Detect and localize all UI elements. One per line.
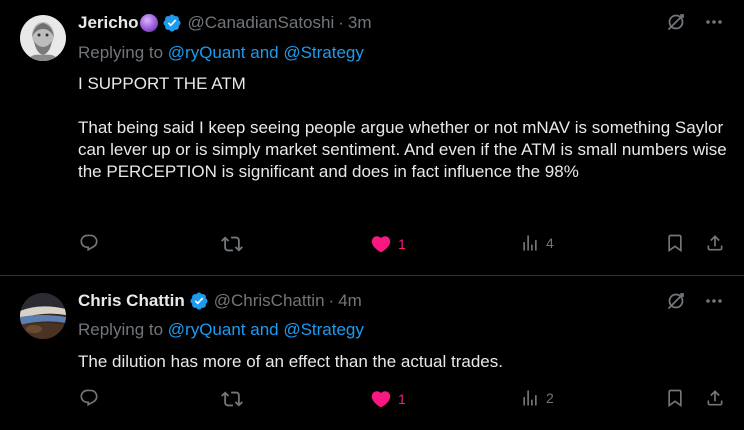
retweet-icon bbox=[221, 388, 243, 410]
retweet-button[interactable] bbox=[221, 233, 243, 255]
more-icon[interactable] bbox=[704, 12, 724, 37]
more-icon[interactable] bbox=[704, 291, 724, 316]
tweet-jericho: Jericho @CanadianSatoshi · 3m Replying t… bbox=[0, 0, 744, 276]
crystal-ball-emoji-icon bbox=[140, 14, 159, 32]
tweet-top-actions bbox=[666, 12, 724, 37]
share-button[interactable] bbox=[705, 388, 725, 408]
views-count: 4 bbox=[546, 235, 554, 251]
author-name[interactable]: Chris Chattin bbox=[78, 291, 185, 311]
reply-button[interactable] bbox=[79, 388, 99, 408]
separator-dot: · bbox=[338, 13, 344, 32]
share-icon bbox=[705, 388, 725, 408]
verified-icon[interactable] bbox=[189, 291, 209, 311]
views-icon bbox=[520, 388, 540, 408]
timestamp[interactable]: 3m bbox=[348, 13, 372, 33]
like-count: 1 bbox=[398, 391, 406, 407]
tweet-header: Chris Chattin @ChrisChattin · 4m bbox=[78, 291, 362, 311]
replying-to-users[interactable]: @ryQuant and @Strategy bbox=[168, 320, 364, 339]
views-button[interactable]: 2 bbox=[520, 388, 554, 408]
timestamp[interactable]: 4m bbox=[338, 291, 362, 311]
replying-to: Replying to @ryQuant and @Strategy bbox=[78, 320, 364, 340]
avatar[interactable] bbox=[20, 293, 66, 339]
tweet-paragraph: The dilution has more of an effect than … bbox=[78, 352, 503, 371]
like-count: 1 bbox=[398, 236, 406, 252]
tweet-paragraph: I SUPPORT THE ATM bbox=[78, 74, 246, 93]
bookmark-button[interactable] bbox=[665, 233, 685, 253]
grok-icon[interactable] bbox=[666, 291, 686, 316]
author-handle[interactable]: @ChrisChattin bbox=[214, 291, 325, 311]
replying-to-users[interactable]: @ryQuant and @Strategy bbox=[168, 43, 364, 62]
replying-to-prefix: Replying to bbox=[78, 320, 168, 339]
author-name[interactable]: Jericho bbox=[78, 13, 138, 33]
share-icon bbox=[705, 233, 725, 253]
separator-dot: · bbox=[328, 291, 335, 310]
tweet-top-actions bbox=[666, 291, 724, 316]
grok-icon[interactable] bbox=[666, 12, 686, 37]
tweet-paragraph: That being said I keep seeing people arg… bbox=[78, 118, 727, 181]
bookmark-icon bbox=[665, 233, 685, 253]
views-icon bbox=[520, 233, 540, 253]
tweet-actions: 1 2 bbox=[0, 388, 744, 418]
reply-icon bbox=[79, 388, 99, 408]
reply-icon bbox=[79, 233, 99, 253]
verified-icon[interactable] bbox=[162, 13, 182, 33]
replying-to: Replying to @ryQuant and @Strategy bbox=[78, 43, 364, 63]
share-button[interactable] bbox=[705, 233, 725, 253]
avatar[interactable] bbox=[20, 15, 66, 61]
tweet-actions: 1 4 bbox=[0, 233, 744, 263]
author-handle[interactable]: @CanadianSatoshi bbox=[187, 13, 334, 33]
like-button[interactable]: 1 bbox=[370, 233, 406, 255]
tweet-text: I SUPPORT THE ATM That being said I keep… bbox=[78, 73, 728, 183]
bookmark-icon bbox=[665, 388, 685, 408]
views-button[interactable]: 4 bbox=[520, 233, 554, 253]
views-count: 2 bbox=[546, 390, 554, 406]
like-button[interactable]: 1 bbox=[370, 388, 406, 410]
retweet-button[interactable] bbox=[221, 388, 243, 410]
heart-icon bbox=[370, 233, 392, 255]
reply-button[interactable] bbox=[79, 233, 99, 253]
tweet-text: The dilution has more of an effect than … bbox=[78, 351, 728, 373]
tweet-header: Jericho @CanadianSatoshi · 3m bbox=[78, 13, 372, 33]
tweet-chris-chattin: Chris Chattin @ChrisChattin · 4m Replyin… bbox=[0, 276, 744, 430]
bookmark-button[interactable] bbox=[665, 388, 685, 408]
heart-icon bbox=[370, 388, 392, 410]
replying-to-prefix: Replying to bbox=[78, 43, 168, 62]
retweet-icon bbox=[221, 233, 243, 255]
